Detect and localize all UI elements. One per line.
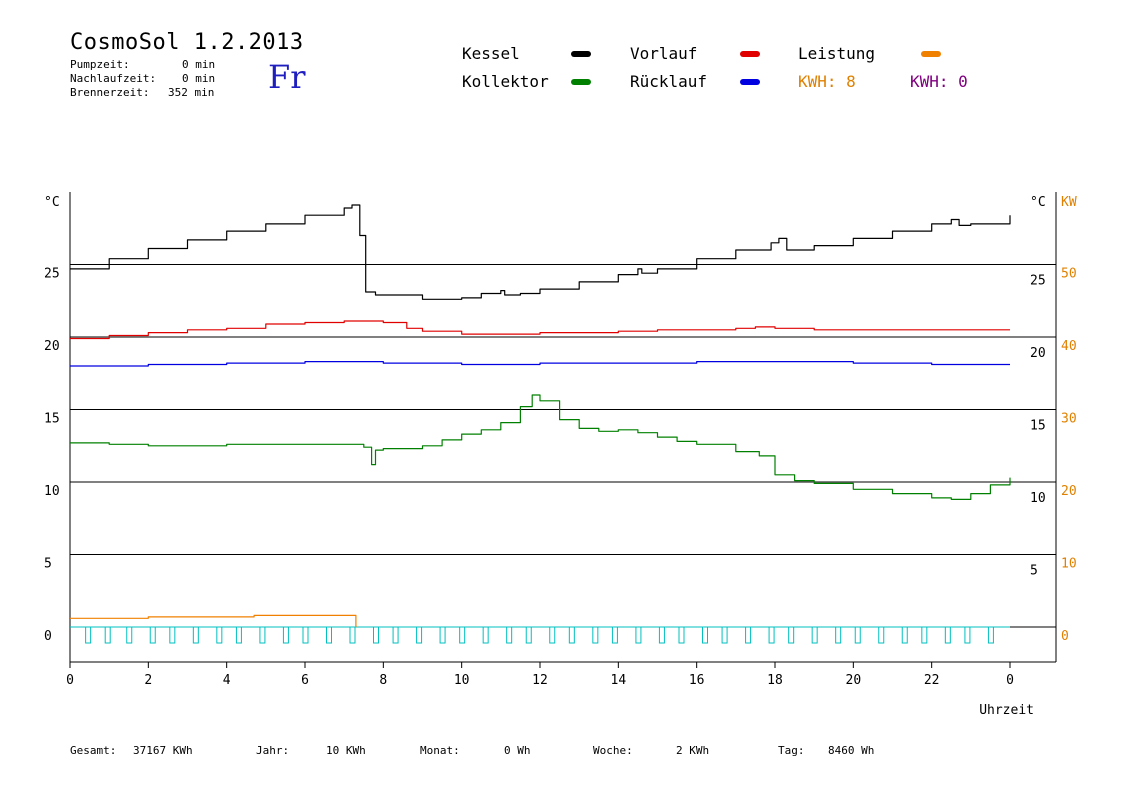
pump-cycle — [702, 626, 708, 644]
y-right-tick-label: 15 — [1030, 419, 1046, 434]
series-rcklauf-line — [70, 361, 1010, 367]
x-tick-label: 6 — [301, 673, 309, 688]
footer-tag-label: Tag: — [778, 744, 805, 757]
pump-cycle — [901, 626, 908, 644]
pump-cycle — [282, 626, 289, 644]
x-axis-label: Uhrzeit — [979, 703, 1034, 718]
y-left-tick-label: 5 — [44, 557, 52, 572]
pump-cycle — [349, 626, 356, 644]
series-layer — [70, 204, 1011, 644]
pump-cycle — [549, 626, 556, 644]
pump-cycle — [104, 626, 111, 644]
pump-cycle — [854, 626, 861, 644]
pump-cycle — [392, 626, 399, 644]
y-power-tick-label: 50 — [1061, 267, 1077, 282]
pump-cycle — [944, 626, 951, 644]
pump-cycle — [635, 626, 642, 644]
axis-layer — [69, 192, 1057, 668]
pump-cycle — [169, 626, 176, 644]
pump-cycle — [592, 626, 599, 644]
pump-cycle — [506, 626, 513, 644]
pump-cycle — [302, 626, 309, 644]
x-tick-label: 12 — [532, 673, 548, 688]
y-left-tick-label: 0 — [44, 629, 52, 644]
y-left-tick-label: 25 — [44, 267, 60, 282]
footer-woche-label: Woche: — [593, 744, 633, 757]
series-kollektor-line — [70, 394, 1011, 500]
pump-cycle — [192, 626, 199, 644]
x-tick-label: 4 — [223, 673, 231, 688]
y-right-tick-label: 5 — [1030, 564, 1038, 579]
pump-cycle — [235, 626, 242, 644]
pump-cycle — [811, 626, 818, 644]
x-tick-label: 8 — [379, 673, 387, 688]
y-power-tick-label: 10 — [1061, 557, 1077, 572]
pump-cycle — [987, 626, 994, 644]
pump-cycle — [259, 626, 266, 644]
y-left-tick-label: 15 — [44, 412, 60, 427]
x-tick-label: 0 — [66, 673, 74, 688]
pump-cycle — [482, 626, 489, 644]
y-right-tick-label: 25 — [1030, 274, 1046, 289]
y-left-tick-label: 20 — [44, 339, 60, 354]
x-tick-label: 0 — [1006, 673, 1014, 688]
pump-cycle — [126, 626, 133, 644]
y-power-tick-label: 30 — [1061, 412, 1077, 427]
x-tick-label: 14 — [611, 673, 627, 688]
pump-cycle — [921, 626, 928, 644]
series-vorlauf-line — [70, 320, 1010, 340]
pump-cycle — [658, 626, 665, 644]
footer-gesamt-value: 37167 KWh — [133, 744, 193, 757]
y-right-unit: °C — [1030, 195, 1046, 210]
pump-cycle — [788, 626, 795, 644]
y-power-tick-label: 40 — [1061, 339, 1077, 354]
pump-cycle — [416, 626, 423, 644]
pump-cycle — [678, 626, 685, 644]
y-right-tick-label: 20 — [1030, 346, 1046, 361]
pump-cycle — [85, 626, 92, 644]
pump-cycle — [611, 626, 618, 644]
pump-cycle — [459, 626, 466, 644]
temperature-chart: 0 5 10 15 20 25 5 10 15 20 25 0 10 20 30 40 50 °C °C KW 0 2 4 6… — [44, 192, 1077, 718]
footer-jahr-value: 10 KWh — [326, 744, 366, 757]
footer-tag-value: 8460 Wh — [828, 744, 875, 757]
pump-cycle — [149, 626, 156, 644]
footer-woche-value: 2 KWh — [676, 744, 710, 757]
y-left-tick-label: 10 — [44, 484, 60, 499]
pump-cycle — [835, 626, 842, 644]
x-tick-label: 16 — [689, 673, 705, 688]
pump-cycle — [768, 626, 775, 644]
y-left-unit: °C — [44, 195, 60, 210]
footer-monat-value: 0 Wh — [504, 744, 531, 757]
pump-cycle — [439, 626, 446, 644]
x-tick-label: 20 — [846, 673, 862, 688]
y-power-tick-label: 20 — [1061, 484, 1077, 499]
pump-cycle — [964, 626, 971, 644]
x-tick-label: 22 — [924, 673, 940, 688]
pump-cycle — [878, 626, 885, 644]
x-tick-label: 10 — [454, 673, 470, 688]
x-tick-label: 2 — [144, 673, 152, 688]
y-power-unit: KW — [1061, 195, 1077, 210]
pump-cycle — [525, 626, 532, 644]
footer-jahr-label: Jahr: — [256, 744, 290, 757]
footer-monat-label: Monat: — [420, 744, 460, 757]
series-leistung-line — [70, 614, 357, 627]
pump-cycle — [373, 626, 379, 644]
series-kessel-line — [70, 204, 1011, 300]
pump-cycle — [745, 626, 752, 644]
y-right-tick-label: 10 — [1030, 491, 1046, 506]
pump-cycle — [326, 626, 332, 644]
x-tick-label: 18 — [767, 673, 783, 688]
y-power-tick-label: 0 — [1061, 629, 1069, 644]
pump-cycle — [568, 626, 575, 644]
pump-cycle — [721, 626, 728, 644]
footer-gesamt-label: Gesamt: — [70, 744, 117, 757]
pump-cycle — [216, 626, 223, 644]
